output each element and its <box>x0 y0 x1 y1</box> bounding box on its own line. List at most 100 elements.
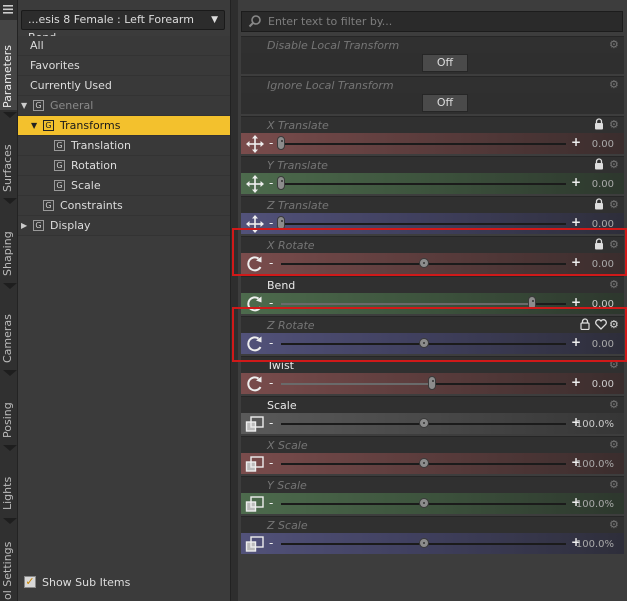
tab-separator <box>0 370 17 378</box>
tab-cameras[interactable]: Cameras <box>0 295 17 365</box>
slider-handle[interactable] <box>418 258 429 268</box>
search-icon[interactable] <box>248 14 262 28</box>
slider-handle[interactable] <box>277 136 285 150</box>
increment-button[interactable]: + <box>571 336 581 348</box>
gear-icon[interactable]: ⚙ <box>609 479 620 490</box>
gear-icon[interactable]: ⚙ <box>609 119 620 130</box>
gear-icon[interactable]: ⚙ <box>609 359 620 370</box>
gear-icon[interactable]: ⚙ <box>609 439 620 450</box>
slider-handle[interactable] <box>418 538 429 548</box>
off-button[interactable]: Off <box>422 94 468 112</box>
slider-track[interactable] <box>281 303 566 305</box>
param-value[interactable]: 0.00 <box>592 379 614 390</box>
lock-icon[interactable] <box>594 118 604 130</box>
tree-item-currently-used[interactable]: Currently Used <box>18 76 230 96</box>
property-group-tree: All Favorites Currently Used ▼ G General… <box>18 36 230 236</box>
tab-lights-label: Lights <box>1 476 14 510</box>
expand-triangle-icon[interactable]: ▼ <box>31 116 37 136</box>
increment-button[interactable]: + <box>571 216 581 228</box>
lock-icon[interactable] <box>594 158 604 170</box>
slider-track[interactable] <box>281 223 566 225</box>
slider-handle[interactable] <box>428 376 437 390</box>
scale-icon <box>245 414 265 434</box>
tree-item-scale[interactable]: G Scale <box>18 176 230 196</box>
param-value[interactable]: 100.0% <box>576 459 614 470</box>
tree-item-translation[interactable]: G Translation <box>18 136 230 156</box>
lock-icon[interactable] <box>580 318 590 331</box>
off-button[interactable]: Off <box>422 54 468 72</box>
tree-item-rotation[interactable]: G Rotation <box>18 156 230 176</box>
gear-icon[interactable]: ⚙ <box>609 159 620 170</box>
slider-handle[interactable] <box>418 498 429 508</box>
slider-handle[interactable] <box>418 338 429 348</box>
param-value[interactable]: 0.00 <box>592 139 614 150</box>
tab-surfaces[interactable]: Surfaces <box>0 124 17 194</box>
slider-handle[interactable] <box>277 176 285 190</box>
filter-input[interactable] <box>268 12 618 31</box>
slider-track[interactable] <box>281 183 566 185</box>
param-value[interactable]: 0.00 <box>592 339 614 350</box>
tree-item-label: Constraints <box>60 199 123 212</box>
param-label: Scale <box>267 399 297 412</box>
gear-icon[interactable]: ⚙ <box>609 279 620 290</box>
param-value[interactable]: 100.0% <box>576 419 614 430</box>
slider-fill <box>281 383 433 385</box>
param-value[interactable]: 0.00 <box>592 259 614 270</box>
increment-button[interactable]: + <box>571 176 581 188</box>
tab-tool-settings[interactable]: ol Settings <box>0 530 17 601</box>
decrement-button[interactable]: - <box>269 377 273 389</box>
gear-icon[interactable]: ⚙ <box>609 519 620 530</box>
gear-icon[interactable]: ⚙ <box>609 399 620 410</box>
expand-triangle-icon[interactable]: ▶ <box>21 216 27 236</box>
show-sub-items-checkbox[interactable]: ✓ <box>24 576 36 588</box>
decrement-button[interactable]: - <box>269 217 273 229</box>
increment-button[interactable]: + <box>571 376 581 388</box>
heart-icon[interactable] <box>595 319 607 330</box>
slider-handle[interactable] <box>418 418 429 428</box>
param-value[interactable]: 100.0% <box>576 539 614 550</box>
slider-handle[interactable] <box>418 458 429 468</box>
increment-button[interactable]: + <box>571 256 581 268</box>
slider-handle[interactable] <box>527 296 536 310</box>
tab-lights[interactable]: Lights <box>0 457 17 512</box>
decrement-button[interactable]: - <box>269 137 273 149</box>
gear-icon[interactable]: ⚙ <box>609 239 620 250</box>
tab-posing[interactable]: Posing <box>0 382 17 440</box>
expand-triangle-icon[interactable]: ▼ <box>21 96 27 116</box>
gear-icon[interactable]: ⚙ <box>609 319 620 330</box>
gear-icon[interactable]: ⚙ <box>609 79 620 90</box>
slider-track[interactable] <box>281 143 566 145</box>
tree-item-display[interactable]: ▶ G Display <box>18 216 230 236</box>
tree-item-general[interactable]: ▼ G General <box>18 96 230 116</box>
param-y-translate: Y Translate ⚙ - + 0.00 <box>241 156 624 194</box>
param-label: Disable Local Transform <box>267 39 400 52</box>
tree-item-all[interactable]: All <box>18 36 230 56</box>
tree-item-favorites[interactable]: Favorites <box>18 56 230 76</box>
gear-icon[interactable]: ⚙ <box>609 199 620 210</box>
param-value[interactable]: 0.00 <box>592 219 614 230</box>
decrement-button[interactable]: - <box>269 337 273 349</box>
decrement-button[interactable]: - <box>269 257 273 269</box>
increment-button[interactable]: + <box>571 296 581 308</box>
param-value[interactable]: 0.00 <box>592 299 614 310</box>
lock-icon[interactable] <box>594 198 604 210</box>
gear-icon[interactable]: ⚙ <box>609 39 620 50</box>
tree-item-constraints[interactable]: G Constraints <box>18 196 230 216</box>
node-selector-dropdown[interactable]: ...esis 8 Female : Left Forearm Bend ▼ <box>21 10 225 44</box>
decrement-button[interactable]: - <box>269 497 273 509</box>
tab-shaping[interactable]: Shaping <box>0 210 17 278</box>
tree-item-transforms[interactable]: ▼ G Transforms <box>18 116 230 136</box>
slider-handle[interactable] <box>277 216 285 230</box>
param-value[interactable]: 0.00 <box>592 179 614 190</box>
slider-track[interactable] <box>281 383 566 385</box>
lock-icon[interactable] <box>594 238 604 250</box>
decrement-button[interactable]: - <box>269 177 273 189</box>
menu-icon[interactable] <box>1 2 15 16</box>
tab-parameters[interactable]: Parameters <box>0 20 17 110</box>
param-value[interactable]: 100.0% <box>576 499 614 510</box>
decrement-button[interactable]: - <box>269 417 273 429</box>
decrement-button[interactable]: - <box>269 457 273 469</box>
decrement-button[interactable]: - <box>269 297 273 309</box>
increment-button[interactable]: + <box>571 136 581 148</box>
decrement-button[interactable]: - <box>269 537 273 549</box>
